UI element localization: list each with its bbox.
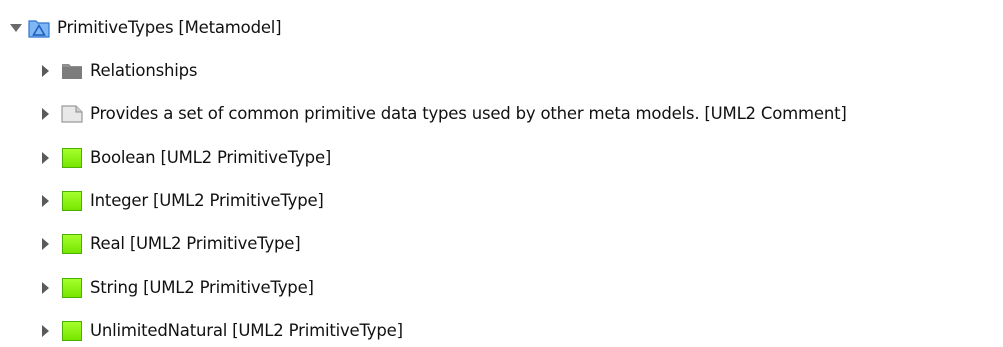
tree-item-boolean[interactable]: Boolean [UML2 PrimitiveType] [38,143,331,173]
tree-item-label: String [UML2 PrimitiveType] [90,278,314,297]
tree-item-integer[interactable]: Integer [UML2 PrimitiveType] [38,186,324,216]
folder-icon [61,60,83,82]
tree-item-relationships[interactable]: Relationships [38,56,197,86]
expand-arrow-open-icon[interactable] [9,21,23,35]
tree-item-real[interactable]: Real [UML2 PrimitiveType] [38,229,301,259]
tree-item-primitivetypes[interactable]: PrimitiveTypes [Metamodel] [9,13,282,43]
metamodel-icon [28,17,50,39]
expand-arrow-closed-icon[interactable] [38,324,52,338]
expand-arrow-closed-icon[interactable] [38,64,52,78]
primitive-type-icon [61,277,83,299]
primitive-type-icon [61,233,83,255]
tree-item-label: Boolean [UML2 PrimitiveType] [90,148,332,167]
tree-item-comment[interactable]: Provides a set of common primitive data … [38,99,847,129]
primitive-type-icon [61,320,83,342]
comment-icon [61,103,83,125]
primitive-type-icon [61,147,83,169]
expand-arrow-closed-icon[interactable] [38,237,52,251]
expand-arrow-closed-icon[interactable] [38,281,52,295]
primitive-type-icon [61,190,83,212]
tree-item-label: Integer [UML2 PrimitiveType] [90,191,324,210]
tree-item-label: Provides a set of common primitive data … [90,104,847,123]
tree-item-label: PrimitiveTypes [Metamodel] [57,18,282,37]
expand-arrow-closed-icon[interactable] [38,194,52,208]
tree-item-label: Real [UML2 PrimitiveType] [90,234,301,253]
tree-item-unlimitednatural[interactable]: UnlimitedNatural [UML2 PrimitiveType] [38,316,403,346]
tree-item-label: UnlimitedNatural [UML2 PrimitiveType] [90,321,403,340]
expand-arrow-closed-icon[interactable] [38,107,52,121]
model-tree: PrimitiveTypes [Metamodel] Relationships… [0,0,1003,347]
tree-item-string[interactable]: String [UML2 PrimitiveType] [38,273,314,303]
expand-arrow-closed-icon[interactable] [38,151,52,165]
tree-item-label: Relationships [90,61,198,80]
